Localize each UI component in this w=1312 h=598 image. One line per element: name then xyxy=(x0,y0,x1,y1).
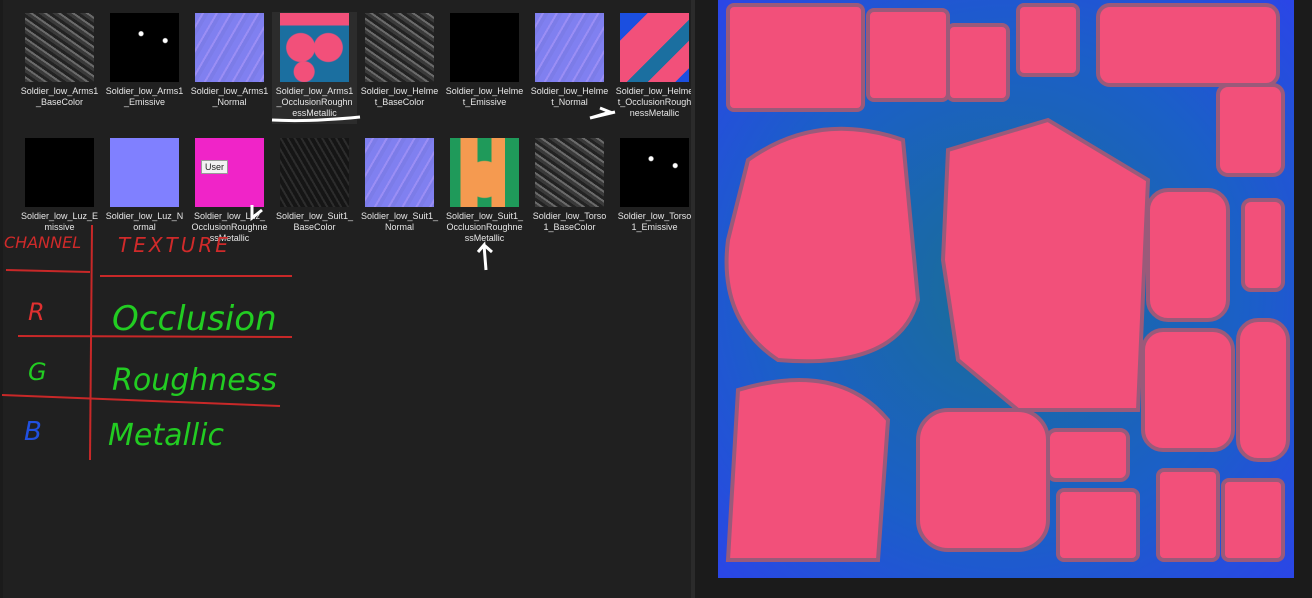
texture-thumbnail[interactable] xyxy=(450,13,519,82)
file-name: Soldier_low_Arms1_Normal xyxy=(190,86,269,107)
file-name: Soldier_low_Suit1_Normal xyxy=(360,211,439,232)
file-name: Soldier_low_Helmet_OcclusionRoughnessMet… xyxy=(615,86,694,118)
file-tile[interactable]: Soldier_low_Helmet_Emissive xyxy=(442,12,527,124)
texture-thumbnail[interactable] xyxy=(450,138,519,207)
texture-preview xyxy=(718,0,1294,578)
file-name: Soldier_low_Suit1_OcclusionRoughnessMeta… xyxy=(445,211,524,243)
file-tile[interactable]: Soldier_low_Arms1_OcclusionRoughnessMeta… xyxy=(272,12,357,124)
texture-thumbnail[interactable] xyxy=(280,138,349,207)
file-tile[interactable]: Soldier_low_Suit1_OcclusionRoughnessMeta… xyxy=(442,137,527,249)
file-name: Soldier_low_Arms1_BaseColor xyxy=(20,86,99,107)
thumbnail-grid: Soldier_low_Arms1_BaseColor Soldier_low_A… xyxy=(17,12,697,249)
file-name: Soldier_low_Torso1_BaseColor xyxy=(532,211,607,232)
texture-thumbnail[interactable] xyxy=(365,138,434,207)
tooltip: User xyxy=(201,160,229,174)
file-tile[interactable]: Soldier_low_Suit1_BaseColor xyxy=(272,137,357,249)
texture-thumbnail[interactable] xyxy=(535,138,604,207)
file-name: Soldier_low_Suit1_BaseColor xyxy=(275,211,354,232)
texture-thumbnail[interactable] xyxy=(365,13,434,82)
file-name: Soldier_low_Torso1_Emissive xyxy=(617,211,692,232)
file-tile[interactable]: Soldier_low_Suit1_Normal xyxy=(357,137,442,249)
file-tile[interactable]: User Soldier_low_Luz_OcclusionRoughnessMe… xyxy=(187,137,272,249)
texture-thumbnail[interactable] xyxy=(280,13,349,82)
file-tile[interactable]: Soldier_low_Helmet_Normal xyxy=(527,12,612,124)
file-name: Soldier_low_Helmet_Emissive xyxy=(445,86,524,107)
texture-thumbnail[interactable] xyxy=(25,13,94,82)
texture-thumbnail[interactable] xyxy=(110,13,179,82)
file-name: Soldier_low_Luz_Emissive xyxy=(20,211,99,232)
file-tile[interactable]: Soldier_low_Torso1_BaseColor xyxy=(527,137,612,249)
file-tile[interactable]: Soldier_low_Arms1_BaseColor xyxy=(17,12,102,124)
texture-thumbnail[interactable] xyxy=(195,13,264,82)
file-tile[interactable]: Soldier_low_Luz_Normal xyxy=(102,137,187,249)
file-explorer-panel: Soldier_low_Arms1_BaseColor Soldier_low_A… xyxy=(3,0,693,598)
texture-thumbnail[interactable] xyxy=(25,138,94,207)
file-name: Soldier_low_Arms1_Emissive xyxy=(105,86,184,107)
file-tile[interactable]: Soldier_low_Arms1_Normal xyxy=(187,12,272,124)
texture-thumbnail[interactable] xyxy=(620,13,689,82)
file-name: Soldier_low_Luz_Normal xyxy=(105,211,184,232)
file-name: Soldier_low_Arms1_OcclusionRoughnessMeta… xyxy=(275,86,354,118)
file-name: Soldier_low_Helmet_Normal xyxy=(530,86,609,107)
file-tile[interactable]: Soldier_low_Helmet_OcclusionRoughnessMet… xyxy=(612,12,697,124)
file-name: Soldier_low_Luz_OcclusionRoughnessMetall… xyxy=(191,211,268,243)
file-tile[interactable]: Soldier_low_Torso1_Emissive xyxy=(612,137,697,249)
file-tile[interactable]: Soldier_low_Luz_Emissive xyxy=(17,137,102,249)
panel-divider[interactable] xyxy=(691,0,695,598)
file-name: Soldier_low_Helmet_BaseColor xyxy=(360,86,439,107)
texture-thumbnail[interactable] xyxy=(110,138,179,207)
file-tile[interactable]: Soldier_low_Arms1_Emissive xyxy=(102,12,187,124)
texture-thumbnail[interactable] xyxy=(535,13,604,82)
texture-thumbnail[interactable]: User xyxy=(195,138,264,207)
texture-thumbnail[interactable] xyxy=(620,138,689,207)
file-tile[interactable]: Soldier_low_Helmet_BaseColor xyxy=(357,12,442,124)
